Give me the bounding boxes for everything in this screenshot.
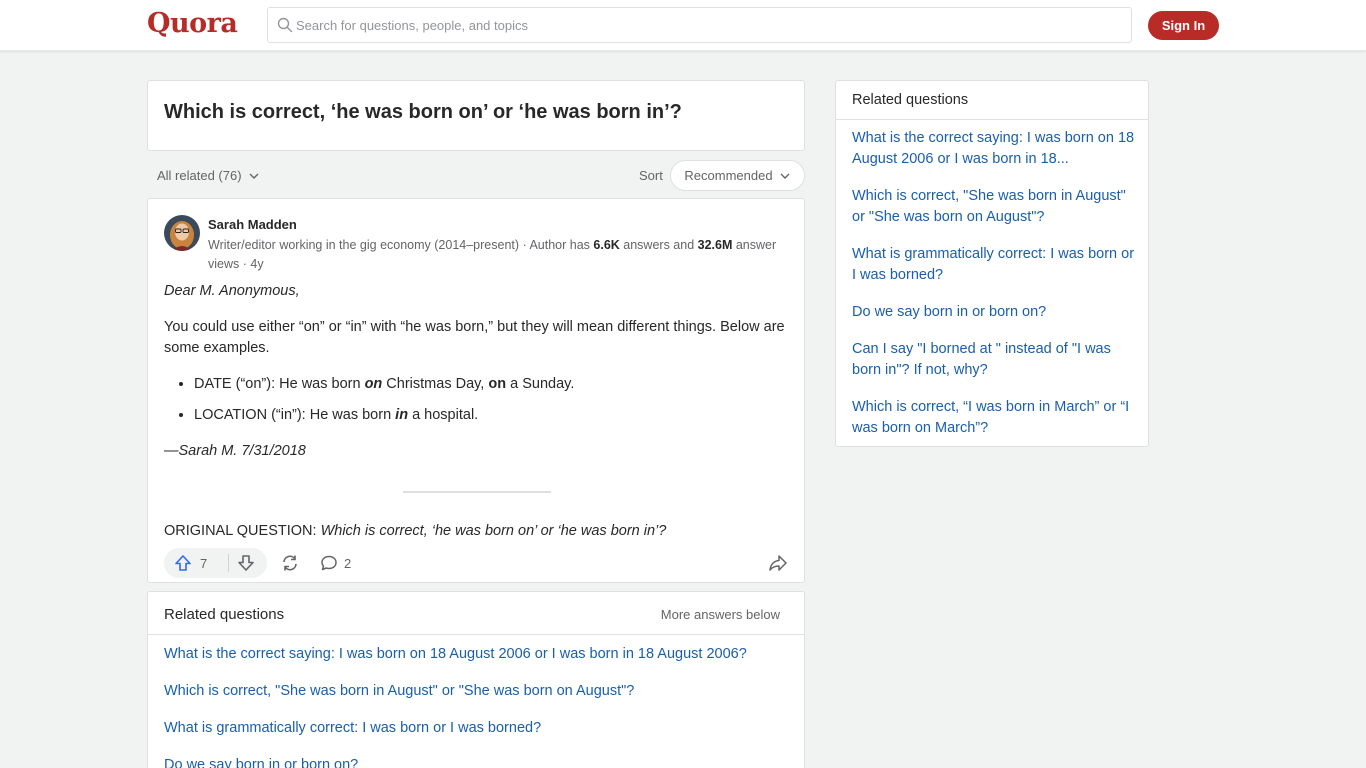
sidebar-related-link[interactable]: Which is correct, “I was born in March” …: [852, 397, 1137, 439]
downvote-button[interactable]: [229, 554, 255, 572]
answer-card: Sarah Madden Writer/editor working in th…: [147, 198, 805, 583]
quora-logo[interactable]: Quora: [147, 8, 238, 39]
upvote-count: 7: [200, 555, 208, 571]
share-arrow-icon: [768, 554, 788, 572]
answer-intro: You could use either “on” or “in” with “…: [164, 319, 785, 356]
related-questions-sidebar: Related questions What is the correct sa…: [835, 80, 1149, 447]
sign-in-button[interactable]: Sign In: [1148, 11, 1219, 40]
list-item: DATE (“on”): He was born on Christmas Da…: [194, 374, 794, 395]
reshare-icon: [280, 554, 300, 572]
answer-action-bar: 7 2: [164, 548, 794, 578]
upvote-button[interactable]: 7: [164, 554, 228, 572]
content-divider: [403, 491, 551, 493]
search-box[interactable]: [267, 7, 1132, 43]
list-item: LOCATION (“in”): He was born in a hospit…: [194, 405, 794, 426]
sidebar-related-link[interactable]: What is grammatically correct: I was bor…: [852, 244, 1137, 286]
all-related-dropdown[interactable]: All related (76): [157, 168, 260, 183]
author-credentials: Writer/editor working in the gig economy…: [208, 238, 777, 271]
answer-greeting: Dear M. Anonymous,: [164, 283, 300, 299]
related-question-link[interactable]: What is the correct saying: I was born o…: [164, 644, 794, 665]
reshare-button[interactable]: [280, 554, 300, 572]
all-related-label: All related (76): [157, 168, 242, 183]
answer-body: Dear M. Anonymous, You could use either …: [164, 281, 794, 477]
chevron-down-icon: [779, 170, 791, 182]
sidebar-related-link[interactable]: Can I say "I borned at " instead of "I w…: [852, 339, 1137, 381]
chevron-down-icon: [248, 170, 260, 182]
sidebar-related-link[interactable]: What is the correct saying: I was born o…: [852, 128, 1137, 170]
views-count: 32.6M: [697, 238, 733, 252]
comment-button[interactable]: 2: [320, 554, 351, 572]
more-answers-below: More answers below: [660, 607, 780, 622]
top-header: Quora Sign In: [0, 0, 1366, 51]
vote-pill: 7: [164, 548, 267, 578]
related-questions-inline: Related questions More answers below Wha…: [147, 591, 805, 768]
answer-signature: —Sarah M. 7/31/2018: [164, 443, 306, 459]
sort-value: Recommended: [684, 168, 773, 183]
sidebar-related-header: Related questions: [836, 81, 1148, 120]
original-question: ORIGINAL QUESTION: Which is correct, ‘he…: [164, 523, 667, 539]
search-input[interactable]: [296, 8, 1116, 42]
upvote-icon: [174, 554, 192, 572]
related-question-link[interactable]: What is grammatically correct: I was bor…: [164, 718, 794, 739]
sidebar-related-list: What is the correct saying: I was born o…: [852, 128, 1137, 455]
sidebar-related-link[interactable]: Which is correct, "She was born in Augus…: [852, 186, 1137, 228]
related-list: What is the correct saying: I was born o…: [164, 644, 794, 768]
sort-dropdown[interactable]: Recommended: [670, 160, 805, 191]
comment-count: 2: [344, 555, 352, 571]
comment-icon: [320, 554, 338, 572]
sidebar-related-title: Related questions: [852, 92, 969, 108]
answer-filter-row: All related (76) Sort Recommended: [147, 160, 805, 192]
related-header: Related questions More answers below: [148, 592, 804, 635]
downvote-icon: [237, 554, 255, 572]
question-card: Which is correct, ‘he was born on’ or ‘h…: [147, 80, 805, 151]
search-icon: [277, 17, 293, 33]
sidebar-related-link[interactable]: Do we say born in or born on?: [852, 302, 1137, 323]
author-name[interactable]: Sarah Madden: [208, 217, 297, 232]
examples-list: DATE (“on”): He was born on Christmas Da…: [194, 374, 794, 426]
question-title[interactable]: Which is correct, ‘he was born on’ or ‘h…: [164, 101, 682, 124]
author-avatar[interactable]: [164, 215, 200, 251]
related-title: Related questions: [164, 606, 285, 623]
share-button[interactable]: [768, 554, 788, 572]
related-question-link[interactable]: Which is correct, "She was born in Augus…: [164, 681, 794, 702]
answers-count: 6.6K: [593, 238, 620, 252]
related-question-link[interactable]: Do we say born in or born on?: [164, 755, 794, 768]
sort-label: Sort: [639, 168, 663, 183]
